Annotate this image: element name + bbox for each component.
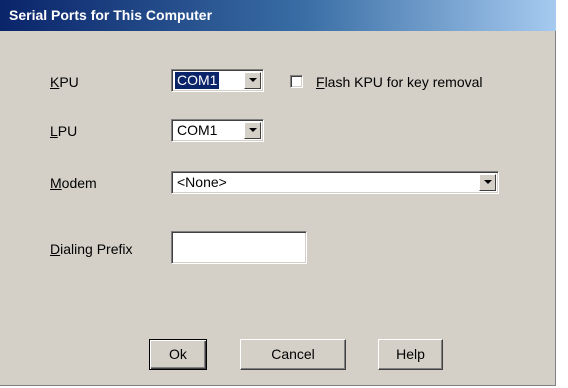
lpu-port-value: COM1 [177,122,218,138]
help-button[interactable]: Help [378,339,443,370]
serial-ports-dialog: Serial Ports for This Computer KPU COM1 … [0,0,556,386]
ok-button[interactable]: Ok [149,339,207,370]
dialing-prefix-label-text: ialing Prefix [60,241,133,257]
chevron-down-icon[interactable] [479,174,496,191]
lpu-port-select[interactable]: COM1 [171,119,264,142]
modem-value: <None> [177,174,227,190]
kpu-label: KPU [50,74,79,90]
chevron-down-icon[interactable] [244,72,261,89]
dialing-prefix-input[interactable] [171,231,307,264]
flash-kpu-label-accesskey: F [316,74,325,90]
lpu-label-accesskey: L [50,123,58,139]
chevron-down-icon[interactable] [244,122,261,139]
dialog-title: Serial Ports for This Computer [0,0,556,31]
dialing-prefix-label: Dialing Prefix [50,241,133,257]
flash-kpu-checkbox[interactable] [290,75,303,88]
kpu-port-value: COM1 [175,72,220,89]
lpu-label: LPU [50,123,77,139]
kpu-port-select[interactable]: COM1 [171,69,264,92]
kpu-label-accesskey: K [50,74,60,90]
kpu-label-text: PU [59,74,79,90]
modem-label: Modem [50,175,97,191]
modem-label-accesskey: M [50,175,62,191]
modem-select[interactable]: <None> [171,171,499,194]
modem-label-text: odem [61,175,97,191]
cancel-button[interactable]: Cancel [240,339,346,370]
dialing-prefix-label-accesskey: D [50,241,61,257]
lpu-label-text: PU [57,123,78,139]
flash-kpu-label-text: lash KPU for key removal [324,74,483,90]
flash-kpu-label[interactable]: Flash KPU for key removal [316,74,483,90]
